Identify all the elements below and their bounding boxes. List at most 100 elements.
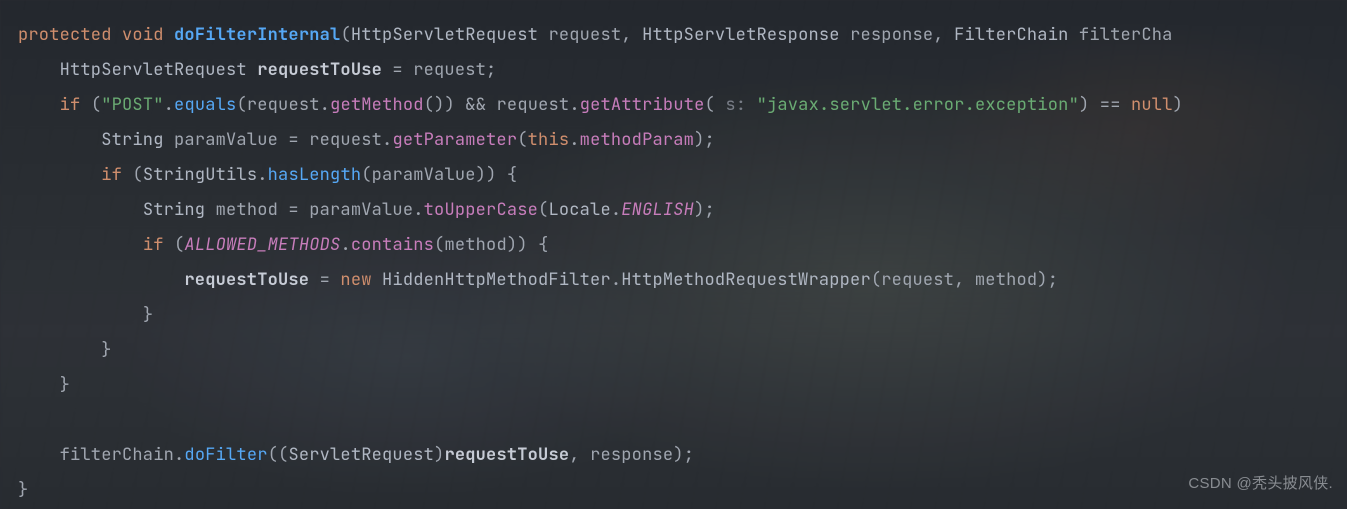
method-call: getMethod: [330, 94, 424, 116]
method-call: hasLength: [268, 164, 362, 186]
comma: ,: [933, 24, 943, 46]
keyword-this: this: [528, 129, 570, 151]
op-assign: =: [382, 59, 413, 81]
type: String: [143, 199, 205, 221]
paren: ): [507, 234, 517, 256]
dot: .: [174, 444, 184, 466]
paren: (: [871, 269, 881, 291]
code-line: String paramValue = request.getParameter…: [18, 129, 715, 151]
var-decl: method: [216, 199, 278, 221]
var: request: [309, 129, 382, 151]
code-line: [18, 409, 28, 431]
type: Locale: [548, 199, 610, 221]
code-line: protected void doFilterInternal(HttpServ…: [18, 24, 1173, 46]
comma: ,: [569, 444, 579, 466]
keyword-if: if: [143, 234, 164, 256]
paren: ): [434, 444, 444, 466]
code-line: filterChain.doFilter((ServletRequest)req…: [18, 444, 694, 466]
keyword-void: void: [122, 24, 164, 46]
dot: .: [382, 129, 392, 151]
paren: ): [1037, 269, 1047, 291]
constant: ALLOWED_METHODS: [184, 234, 340, 256]
paren: ): [445, 94, 455, 116]
field: methodParam: [580, 129, 694, 151]
paren: (: [705, 94, 715, 116]
dot: .: [569, 94, 579, 116]
op-eqeq: ==: [1089, 94, 1131, 116]
code-line: if ("POST".equals(request.getMethod()) &…: [18, 94, 1193, 116]
method-call: equals: [174, 94, 236, 116]
param: filterCha: [1079, 24, 1173, 46]
semicolon: ;: [486, 59, 496, 81]
keyword-if: if: [60, 94, 81, 116]
op-assign: =: [278, 199, 309, 221]
dot: .: [611, 269, 621, 291]
comma: ,: [954, 269, 964, 291]
method-call: contains: [351, 234, 434, 256]
var: request: [881, 269, 954, 291]
op-assign: =: [278, 129, 309, 151]
var: paramValue: [372, 164, 476, 186]
dot: .: [611, 199, 621, 221]
brace-close: }: [143, 304, 153, 326]
paren: (: [538, 199, 548, 221]
op-assign: =: [309, 269, 340, 291]
paren: (): [424, 94, 445, 116]
paren: ): [476, 164, 486, 186]
semicolon: ;: [704, 199, 714, 221]
type: StringUtils: [143, 164, 257, 186]
semicolon: ;: [684, 444, 694, 466]
string-literal: "javax.servlet.error.exception": [757, 94, 1079, 116]
var-decl: requestToUse: [257, 59, 382, 81]
dot: .: [413, 199, 423, 221]
var: request: [497, 94, 570, 116]
var: request: [413, 59, 486, 81]
keyword-null: null: [1131, 94, 1173, 116]
dot: .: [320, 94, 330, 116]
brace-close: }: [60, 374, 70, 396]
code-line: String method = paramValue.toUpperCase(L…: [18, 199, 715, 221]
watermark-text: CSDN @秃头披风侠.: [1188, 466, 1333, 501]
paren: (: [434, 234, 444, 256]
method-call: toUpperCase: [424, 199, 538, 221]
var: method: [444, 234, 506, 256]
paren: (: [517, 129, 527, 151]
code-editor[interactable]: protected void doFilterInternal(HttpServ…: [0, 0, 1347, 509]
type: HttpServletRequest: [351, 24, 538, 46]
code-line: if (ALLOWED_METHODS.contains(method)) {: [18, 234, 548, 256]
paren: (: [361, 164, 371, 186]
brace: {: [507, 164, 517, 186]
method-call: doFilter: [184, 444, 267, 466]
code-line: if (StringUtils.hasLength(paramValue)) {: [18, 164, 517, 186]
op-and: &&: [455, 94, 497, 116]
semicolon: ;: [704, 129, 714, 151]
type: HttpServletRequest: [60, 59, 247, 81]
comma: ,: [621, 24, 631, 46]
var: response: [590, 444, 673, 466]
brace: {: [538, 234, 548, 256]
method-call: getParameter: [392, 129, 517, 151]
paren: (: [236, 94, 246, 116]
brace-close: }: [101, 339, 111, 361]
paren: (: [91, 94, 101, 116]
dot: .: [164, 94, 174, 116]
method-call: getAttribute: [580, 94, 705, 116]
param: request: [548, 24, 621, 46]
code-line: }: [18, 479, 28, 501]
paren: ): [1173, 94, 1183, 116]
code-line: HttpServletRequest requestToUse = reques…: [18, 59, 496, 81]
param: response: [850, 24, 933, 46]
type: FilterChain: [954, 24, 1068, 46]
dot: .: [340, 234, 350, 256]
var: paramValue: [309, 199, 413, 221]
paren: ): [1079, 94, 1089, 116]
code-line: }: [18, 339, 112, 361]
paren: ): [694, 129, 704, 151]
type-cast: ServletRequest: [288, 444, 434, 466]
var: method: [975, 269, 1037, 291]
type: String: [101, 129, 163, 151]
paren: (: [340, 24, 350, 46]
keyword-new: new: [340, 269, 371, 291]
brace-close: }: [18, 479, 28, 501]
semicolon: ;: [1048, 269, 1058, 291]
